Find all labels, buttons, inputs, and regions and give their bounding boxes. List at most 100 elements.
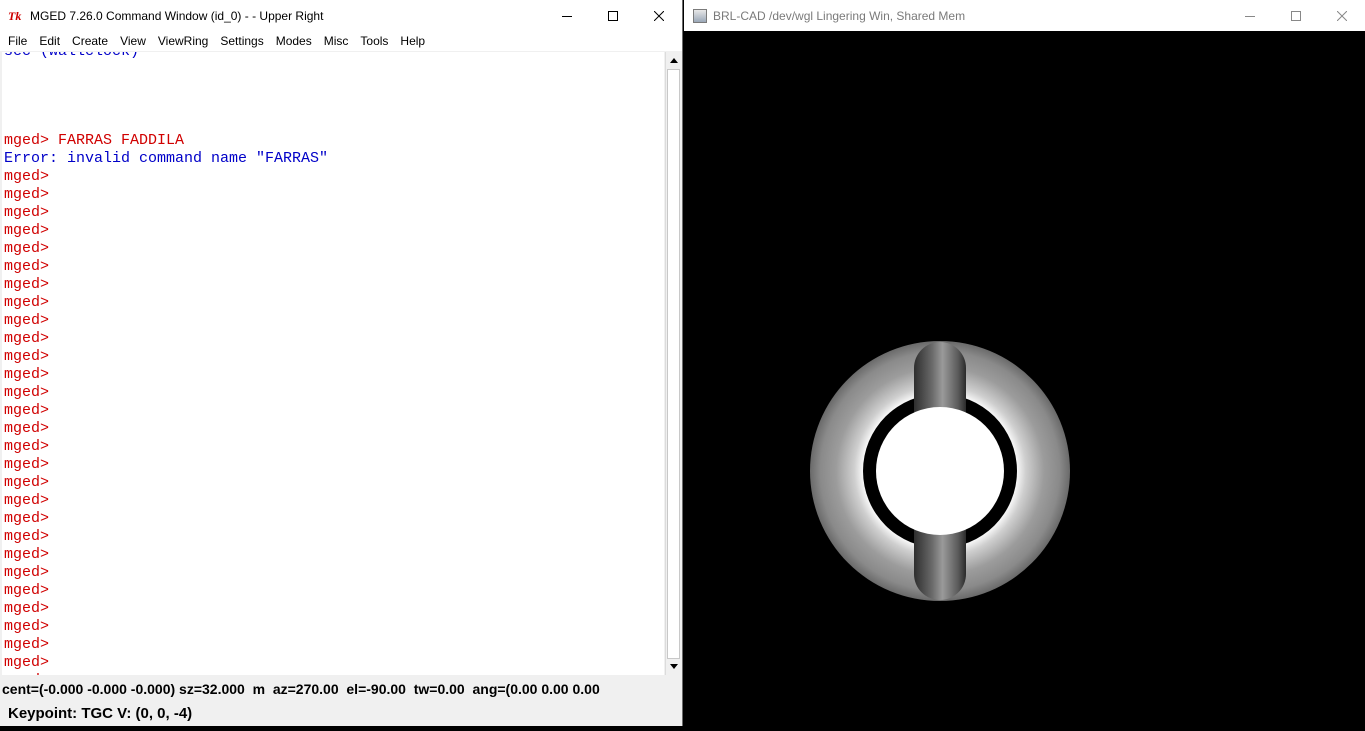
scrollbar-thumb[interactable] bbox=[667, 69, 680, 659]
menu-tools[interactable]: Tools bbox=[354, 31, 394, 51]
console-prompt-line: mged> bbox=[4, 636, 49, 654]
console-prompt: mged> bbox=[4, 186, 50, 203]
command-console[interactable]: sec (wallclock) mged> FARRAS FADDILA Err… bbox=[2, 52, 664, 675]
console-prompt: mged> bbox=[4, 672, 49, 675]
console-prompt: mged> bbox=[4, 618, 50, 635]
console-prompt-line: mged> bbox=[4, 654, 49, 672]
menu-view[interactable]: View bbox=[114, 31, 152, 51]
menu-viewring[interactable]: ViewRing bbox=[152, 31, 214, 51]
console-prompt-line: mged> bbox=[4, 222, 49, 240]
graphics-window-title: BRL-CAD /dev/wgl Lingering Win, Shared M… bbox=[713, 8, 966, 23]
console-prompt: mged> bbox=[4, 528, 50, 545]
console-command-line: mged> FARRAS FADDILA bbox=[4, 132, 184, 150]
scroll-down-arrow-icon bbox=[670, 663, 678, 669]
maximize-icon bbox=[608, 10, 618, 21]
menu-bar: File Edit Create View ViewRing Settings … bbox=[0, 31, 682, 51]
window-title: MGED 7.26.0 Command Window (id_0) - - Up… bbox=[30, 8, 324, 23]
console-prompt: mged> bbox=[4, 294, 50, 311]
title-bar[interactable]: Tk MGED 7.26.0 Command Window (id_0) - -… bbox=[0, 0, 682, 31]
console-prompt: mged> bbox=[4, 456, 50, 473]
brlcad-graphics-window: BRL-CAD /dev/wgl Lingering Win, Shared M… bbox=[684, 0, 1365, 726]
console-prompt: mged> bbox=[4, 474, 50, 491]
console-prompt: mged> bbox=[4, 132, 59, 149]
console-command-text: FARRAS FADDILA bbox=[58, 132, 185, 149]
console-prompt: mged> bbox=[4, 582, 50, 599]
console-output-line: sec (wallclock) bbox=[4, 52, 139, 61]
console-prompt: mged> bbox=[4, 564, 50, 581]
console-prompt-line: mged> bbox=[4, 294, 49, 312]
console-prompt: mged> bbox=[4, 330, 50, 347]
console-prompt-line: mged> bbox=[4, 366, 49, 384]
console-prompt-line: mged> bbox=[4, 384, 49, 402]
inner-sphere bbox=[876, 407, 1004, 535]
menu-create[interactable]: Create bbox=[66, 31, 114, 51]
console-prompt: mged> bbox=[4, 654, 50, 671]
console-prompt-line: mged> bbox=[4, 510, 49, 528]
minimize-button[interactable] bbox=[544, 0, 590, 31]
console-prompt: mged> bbox=[4, 222, 50, 239]
console-prompt-line: mged> bbox=[4, 420, 49, 438]
graphics-window-controls bbox=[1227, 0, 1365, 31]
console-prompt-line: mged> bbox=[4, 546, 49, 564]
scroll-up-arrow-icon bbox=[670, 57, 678, 63]
console-prompt: mged> bbox=[4, 420, 50, 437]
console-prompt-line: mged> bbox=[4, 258, 49, 276]
console-prompt: mged> bbox=[4, 510, 50, 527]
console-prompt-line: mged> bbox=[4, 564, 49, 582]
console-prompt: mged> bbox=[4, 168, 50, 185]
graphics-minimize-button[interactable] bbox=[1227, 0, 1273, 31]
graphics-close-button[interactable] bbox=[1319, 0, 1365, 31]
console-prompt: mged> bbox=[4, 636, 50, 653]
scroll-down-button[interactable] bbox=[666, 658, 682, 674]
menu-edit[interactable]: Edit bbox=[33, 31, 66, 51]
console-prompt-line: mged> bbox=[4, 204, 49, 222]
menu-misc[interactable]: Misc bbox=[318, 31, 355, 51]
console-prompt: mged> bbox=[4, 240, 50, 257]
console-prompt-line: mged> bbox=[4, 168, 49, 186]
console-prompt-line: mged> bbox=[4, 402, 49, 420]
menu-help[interactable]: Help bbox=[394, 31, 431, 51]
console-prompt-line: mged> bbox=[4, 330, 49, 348]
console-error-line: Error: invalid command name "FARRAS" bbox=[4, 150, 329, 167]
console-prompt-line: mged> bbox=[4, 492, 49, 510]
console-prompt-line: mged> bbox=[4, 582, 49, 600]
mged-command-window: Tk MGED 7.26.0 Command Window (id_0) - -… bbox=[0, 0, 683, 726]
minimize-icon bbox=[1245, 15, 1255, 17]
graphics-title-bar[interactable]: BRL-CAD /dev/wgl Lingering Win, Shared M… bbox=[684, 0, 1365, 31]
menu-settings[interactable]: Settings bbox=[214, 31, 269, 51]
scroll-up-button[interactable] bbox=[666, 52, 682, 68]
graphics-maximize-button[interactable] bbox=[1273, 0, 1319, 31]
console-prompt: mged> bbox=[4, 204, 50, 221]
console-prompt-line: mged> bbox=[4, 276, 49, 294]
console-prompt-line: mged> bbox=[4, 312, 49, 330]
keypoint-status-line: Keypoint: TGC V: (0, 0, -4) bbox=[8, 705, 193, 722]
maximize-button[interactable] bbox=[590, 0, 636, 31]
brlcad-window-icon bbox=[693, 8, 707, 23]
minimize-icon bbox=[562, 15, 572, 17]
console-prompt: mged> bbox=[4, 384, 50, 401]
window-controls bbox=[544, 0, 682, 31]
console-prompt-line: mged> bbox=[4, 240, 49, 258]
console-prompt: mged> bbox=[4, 276, 50, 293]
console-prompt: mged> bbox=[4, 402, 50, 419]
3d-viewport[interactable] bbox=[684, 31, 1365, 726]
maximize-icon bbox=[1291, 10, 1301, 21]
console-prompt: mged> bbox=[4, 546, 50, 563]
console-prompt-line: mged> bbox=[4, 618, 49, 636]
close-icon bbox=[1337, 10, 1347, 21]
console-scrollbar[interactable] bbox=[665, 52, 682, 675]
menu-modes[interactable]: Modes bbox=[270, 31, 318, 51]
console-prompt-line: mged> bbox=[4, 438, 49, 456]
console-prompt-line: mged> bbox=[4, 600, 49, 618]
console-prompt: mged> bbox=[4, 438, 50, 455]
console-prompt-line: mged> bbox=[4, 672, 49, 675]
console-prompt-line: mged> bbox=[4, 348, 49, 366]
console-prompt-line: mged> bbox=[4, 528, 49, 546]
menu-file[interactable]: File bbox=[2, 31, 33, 51]
console-prompt: mged> bbox=[4, 600, 50, 617]
console-prompt-line: mged> bbox=[4, 456, 49, 474]
console-prompt-line: mged> bbox=[4, 474, 49, 492]
console-prompt: mged> bbox=[4, 492, 50, 509]
view-status-line: cent=(-0.000 -0.000 -0.000) sz=32.000 m … bbox=[2, 681, 600, 697]
close-button[interactable] bbox=[636, 0, 682, 31]
